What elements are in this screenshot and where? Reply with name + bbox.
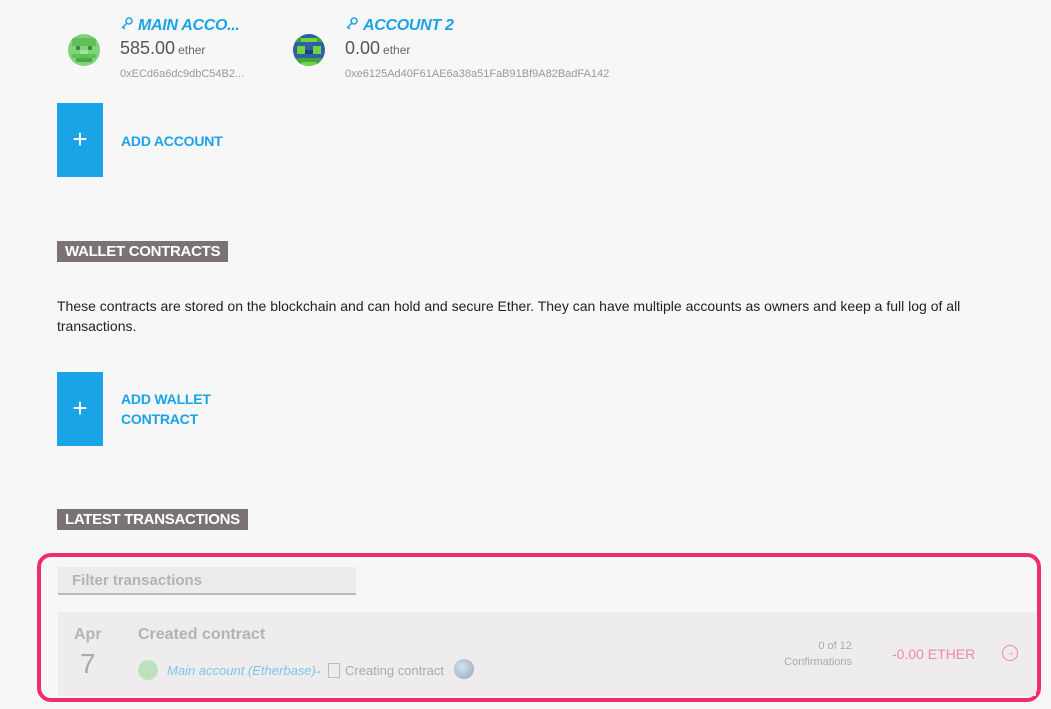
add-account-label[interactable]: ADD ACCOUNT bbox=[121, 131, 223, 151]
confirmations-label: Confirmations bbox=[784, 656, 852, 668]
balance-value: 0.00 bbox=[345, 38, 381, 58]
add-wallet-contract-label[interactable]: ADD WALLET CONTRACT bbox=[121, 389, 211, 429]
tx-day: 7 bbox=[80, 648, 96, 679]
account-card-2[interactable]: ACCOUNT 2 0.00 ether 0xe6125Ad40F61AE6a38… bbox=[293, 14, 609, 84]
key-icon bbox=[345, 16, 359, 35]
confirmations-count: 0 of 12 bbox=[818, 640, 852, 652]
tx-to: Creating contract bbox=[345, 663, 444, 678]
account-name-label: ACCOUNT 2 bbox=[363, 17, 454, 34]
account-address: 0xe6125Ad40F61AE6a38a51FaB91Bf9A82BadFA1… bbox=[345, 68, 610, 80]
document-icon bbox=[328, 663, 340, 678]
transaction-row[interactable]: Apr 7 Created contract Main account (Eth… bbox=[58, 612, 1036, 696]
account-address: 0xECd6a6dc9dbC54B2... bbox=[120, 68, 245, 80]
balance-unit: ether bbox=[178, 43, 206, 57]
add-wallet-label-line1: ADD WALLET bbox=[121, 391, 211, 407]
account-name[interactable]: MAIN ACCO... bbox=[120, 16, 240, 35]
add-wallet-contract-button[interactable]: + bbox=[57, 372, 103, 446]
account-name-label: MAIN ACCO... bbox=[138, 17, 240, 34]
tx-amount: -0.00 ETHER bbox=[892, 646, 976, 662]
balance-value: 585.00 bbox=[120, 38, 176, 58]
wallet-contracts-description: These contracts are stored on the blockc… bbox=[57, 298, 961, 334]
to-avatar bbox=[454, 659, 474, 679]
wallet-contracts-title: WALLET CONTRACTS bbox=[57, 241, 229, 262]
account-card-main[interactable]: MAIN ACCO... 585.00 ether 0xECd6a6dc9dbC5… bbox=[68, 14, 268, 84]
tx-title: Created contract bbox=[138, 626, 266, 643]
key-icon bbox=[120, 16, 134, 35]
arrow-right-icon: → bbox=[311, 663, 323, 677]
tx-month: Apr bbox=[74, 626, 102, 643]
add-wallet-label-line2: CONTRACT bbox=[121, 411, 198, 427]
tx-from-account[interactable]: Main account (Etherbase) bbox=[167, 663, 316, 678]
account-balance: 585.00 ether bbox=[120, 38, 205, 59]
plus-icon: + bbox=[72, 393, 88, 423]
arrow-circle-icon[interactable]: → bbox=[1002, 645, 1018, 661]
tx-confirmations: 0 of 12 Confirmations bbox=[758, 638, 852, 670]
filter-transactions-input[interactable] bbox=[58, 567, 356, 595]
plus-icon: + bbox=[72, 124, 88, 154]
account-name[interactable]: ACCOUNT 2 bbox=[345, 16, 454, 35]
latest-transactions-title: LATEST TRANSACTIONS bbox=[57, 509, 248, 530]
account-balance: 0.00 ether bbox=[345, 38, 410, 59]
add-account-button[interactable]: + bbox=[57, 103, 103, 177]
account-avatar bbox=[293, 34, 325, 66]
balance-unit: ether bbox=[383, 43, 411, 57]
from-avatar bbox=[138, 660, 158, 680]
account-avatar bbox=[68, 34, 100, 66]
